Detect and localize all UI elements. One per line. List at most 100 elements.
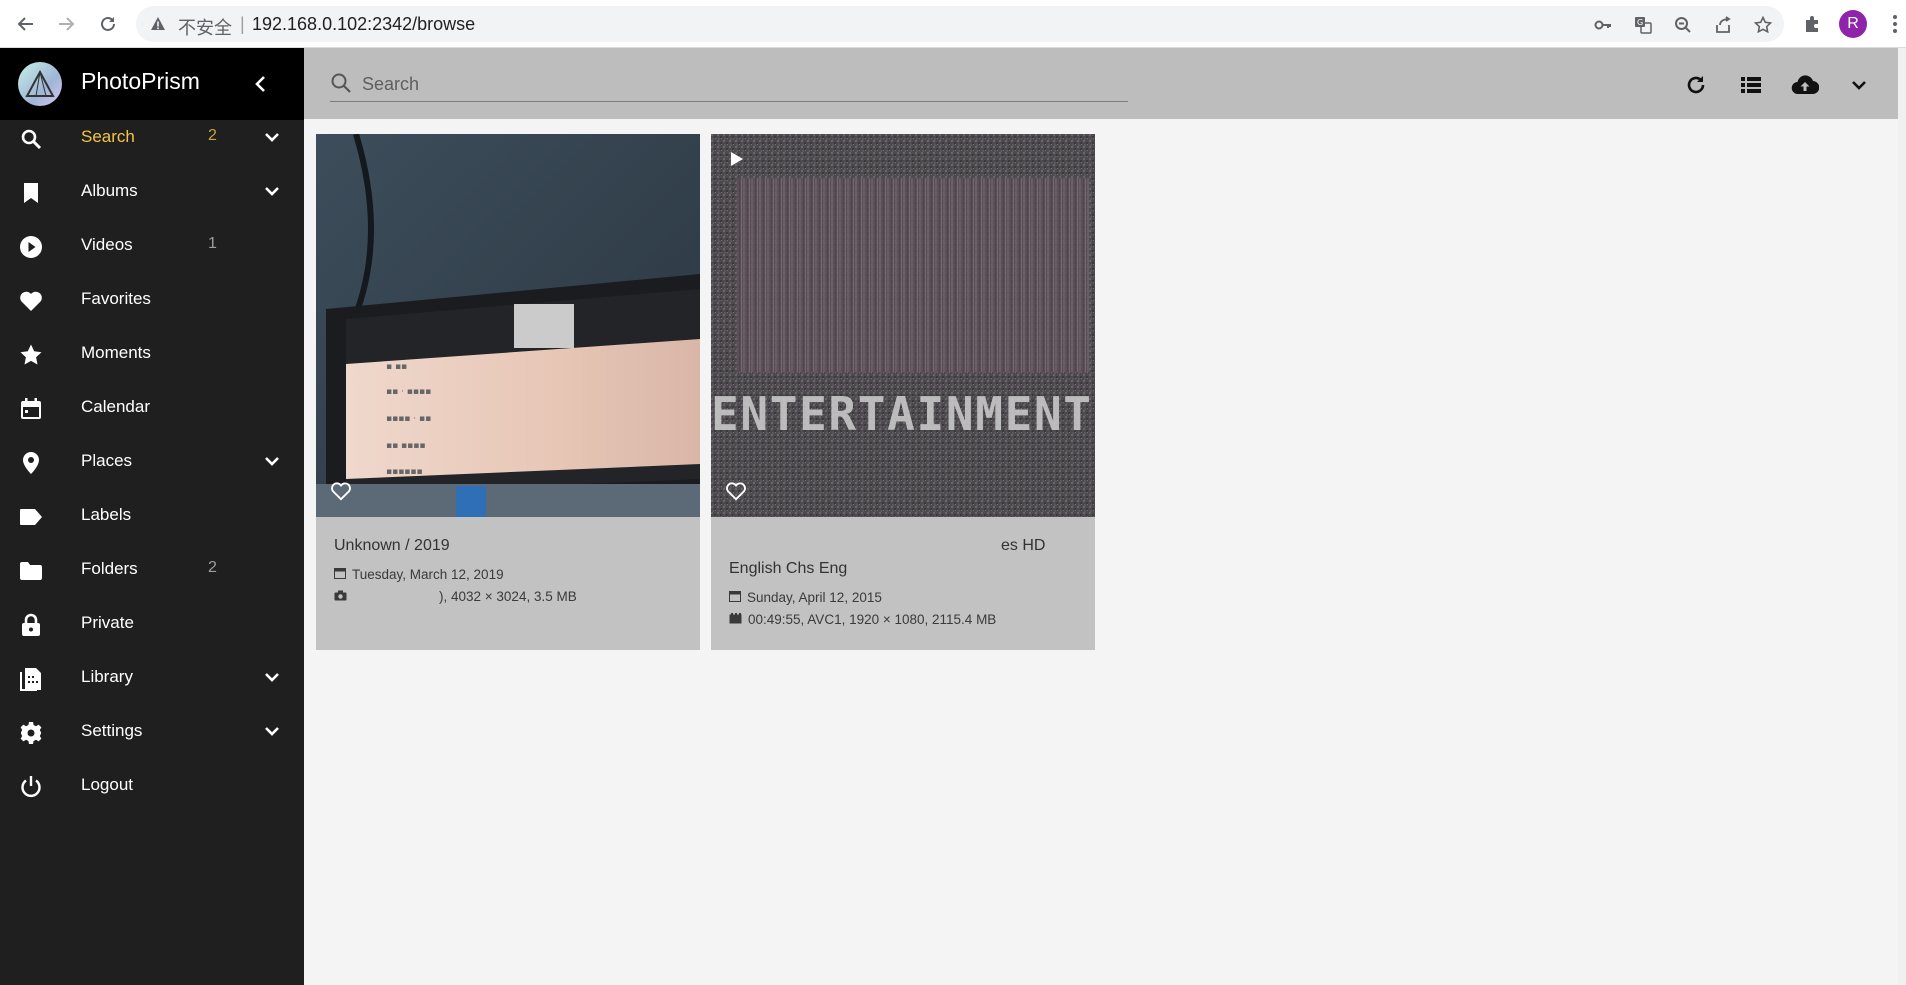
heart-icon (18, 288, 44, 314)
card-date[interactable]: Tuesday, March 12, 2019 (352, 565, 504, 585)
video-card[interactable]: ENTERTAINMENT es HD English Chs Eng Sund… (711, 134, 1095, 650)
chevron-down-icon[interactable] (260, 449, 284, 473)
card-title[interactable]: English Chs Eng (729, 557, 1079, 580)
svg-text:▪▪▪▪ · ▪▪: ▪▪▪▪ · ▪▪ (386, 414, 431, 424)
sidebar-item-label: Places (81, 451, 133, 470)
scrollbar-track[interactable] (1898, 48, 1906, 985)
sidebar-item-search[interactable]: Search 2 (0, 111, 304, 165)
film-icon (729, 610, 742, 630)
svg-text:▪▪▪▪▪▪: ▪▪▪▪▪▪ (386, 467, 423, 477)
power-icon (18, 774, 44, 800)
security-label[interactable]: 不安全 (178, 14, 232, 40)
address-bar[interactable]: 不安全 | 192.168.0.102:2342/browse G (136, 6, 1784, 42)
sidebar-item-label: Albums (81, 181, 138, 200)
search-field (330, 68, 1128, 102)
camera-icon (334, 587, 347, 607)
card-title[interactable]: Unknown / 2019 (334, 534, 684, 557)
sidebar-item-label: Settings (81, 721, 143, 740)
zoom-out-icon[interactable] (1672, 14, 1694, 36)
share-icon[interactable] (1712, 14, 1734, 36)
sidebar-item-albums[interactable]: Albums (0, 165, 304, 219)
card-details-row: 00:49:55, AVC1, 1920 × 1080, 2115.4 MB (729, 610, 1079, 630)
sidebar-item-settings[interactable]: Settings (0, 705, 304, 759)
play-circle-icon (18, 234, 44, 260)
play-icon[interactable] (727, 148, 747, 170)
refresh-button[interactable] (1681, 70, 1711, 100)
sidebar-item-label: Library (81, 667, 133, 686)
sidebar-item-folders[interactable]: Folders 2 (0, 543, 304, 597)
list-view-button[interactable] (1736, 70, 1766, 100)
photo-thumbnail[interactable]: ▪ ▪▪ ▪▪ · ▪▪▪▪ ▪▪▪▪ · ▪▪ ▪▪ ▪▪▪▪ ▪▪▪▪▪▪ (316, 134, 700, 517)
browser-toolbar: 不安全 | 192.168.0.102:2342/browse G R (0, 0, 1906, 48)
sidebar-item-moments[interactable]: Moments (0, 327, 304, 381)
bookmark-star-icon[interactable] (1752, 14, 1774, 36)
upload-button[interactable] (1790, 70, 1820, 100)
sidebar-item-count: 2 (208, 559, 217, 576)
sidebar-item-label: Moments (81, 343, 151, 362)
photo-card[interactable]: ▪ ▪▪ ▪▪ · ▪▪▪▪ ▪▪▪▪ · ▪▪ ▪▪ ▪▪▪▪ ▪▪▪▪▪▪ … (316, 134, 700, 650)
sidebar-item-label: Calendar (81, 397, 150, 416)
folder-icon (18, 558, 44, 584)
sidebar-item-calendar[interactable]: Calendar (0, 381, 304, 435)
sidebar-item-library[interactable]: Library (0, 651, 304, 705)
sidebar-item-label: Folders (81, 559, 138, 578)
gear-icon (18, 720, 44, 746)
sidebar-item-favorites[interactable]: Favorites (0, 273, 304, 327)
expand-toolbar-icon[interactable] (1844, 70, 1874, 100)
photoprism-logo[interactable] (18, 62, 62, 106)
search-input[interactable] (362, 70, 1122, 98)
card-date[interactable]: Sunday, April 12, 2015 (747, 588, 882, 608)
search-icon (330, 72, 352, 99)
sidebar-item-labels[interactable]: Labels (0, 489, 304, 543)
favorite-heart-icon[interactable] (723, 478, 749, 504)
card-info: Unknown / 2019 Tuesday, March 12, 2019 )… (334, 534, 684, 607)
card-title-fragment[interactable]: es HD (729, 534, 1079, 557)
chevron-down-icon[interactable] (260, 719, 284, 743)
chevron-down-icon[interactable] (260, 665, 284, 689)
card-details[interactable]: ), 4032 × 3024, 3.5 MB (439, 587, 577, 607)
extensions-icon[interactable] (1800, 12, 1824, 36)
main-toolbar (304, 48, 1898, 119)
lock-icon (18, 612, 44, 638)
profile-avatar[interactable]: R (1839, 10, 1867, 38)
reload-icon[interactable] (96, 12, 120, 36)
search-icon (18, 126, 44, 152)
sidebar-item-logout[interactable]: Logout (0, 759, 304, 813)
sidebar-item-count: 2 (208, 127, 217, 144)
collapse-sidebar-icon[interactable] (248, 70, 272, 98)
warning-icon[interactable] (150, 16, 166, 37)
separator: | (240, 14, 245, 34)
sidebar-item-places[interactable]: Places (0, 435, 304, 489)
sidebar-item-videos[interactable]: Videos 1 (0, 219, 304, 273)
favorite-heart-icon[interactable] (328, 478, 354, 504)
chevron-down-icon[interactable] (260, 179, 284, 203)
sidebar-item-private[interactable]: Private (0, 597, 304, 651)
card-details[interactable]: 00:49:55, AVC1, 1920 × 1080, 2115.4 MB (748, 610, 996, 630)
calendar-icon (334, 565, 346, 585)
svg-text:▪▪ · ▪▪▪▪: ▪▪ · ▪▪▪▪ (386, 387, 431, 397)
label-icon (18, 504, 44, 530)
card-info: es HD English Chs Eng Sunday, April 12, … (729, 534, 1079, 630)
library-icon (18, 666, 44, 692)
chevron-down-icon[interactable] (260, 125, 284, 149)
sidebar-item-label: Private (81, 613, 134, 632)
svg-text:▪▪ ▪▪▪▪: ▪▪ ▪▪▪▪ (386, 441, 425, 451)
calendar-icon (18, 396, 44, 422)
card-details-row: ), 4032 × 3024, 3.5 MB (334, 587, 684, 607)
url-text[interactable]: 192.168.0.102:2342/browse (252, 14, 475, 35)
card-date-row: Sunday, April 12, 2015 (729, 588, 1079, 608)
sidebar-item-label: Logout (81, 775, 133, 794)
brand-title[interactable]: PhotoPrism (81, 68, 200, 95)
svg-text:G: G (1637, 18, 1643, 27)
browser-menu-icon[interactable] (1890, 12, 1900, 36)
translate-icon[interactable]: G (1632, 14, 1654, 36)
key-icon[interactable] (1592, 14, 1614, 36)
card-date-row: Tuesday, March 12, 2019 (334, 565, 684, 585)
video-thumbnail[interactable]: ENTERTAINMENT (711, 134, 1095, 517)
sidebar-item-count: 1 (208, 235, 217, 252)
overlay-text: ENTERTAINMENT (711, 387, 1095, 441)
back-icon[interactable] (14, 12, 38, 36)
location-pin-icon (18, 450, 44, 476)
brand-header: PhotoPrism (0, 48, 304, 120)
forward-icon[interactable] (54, 12, 78, 36)
